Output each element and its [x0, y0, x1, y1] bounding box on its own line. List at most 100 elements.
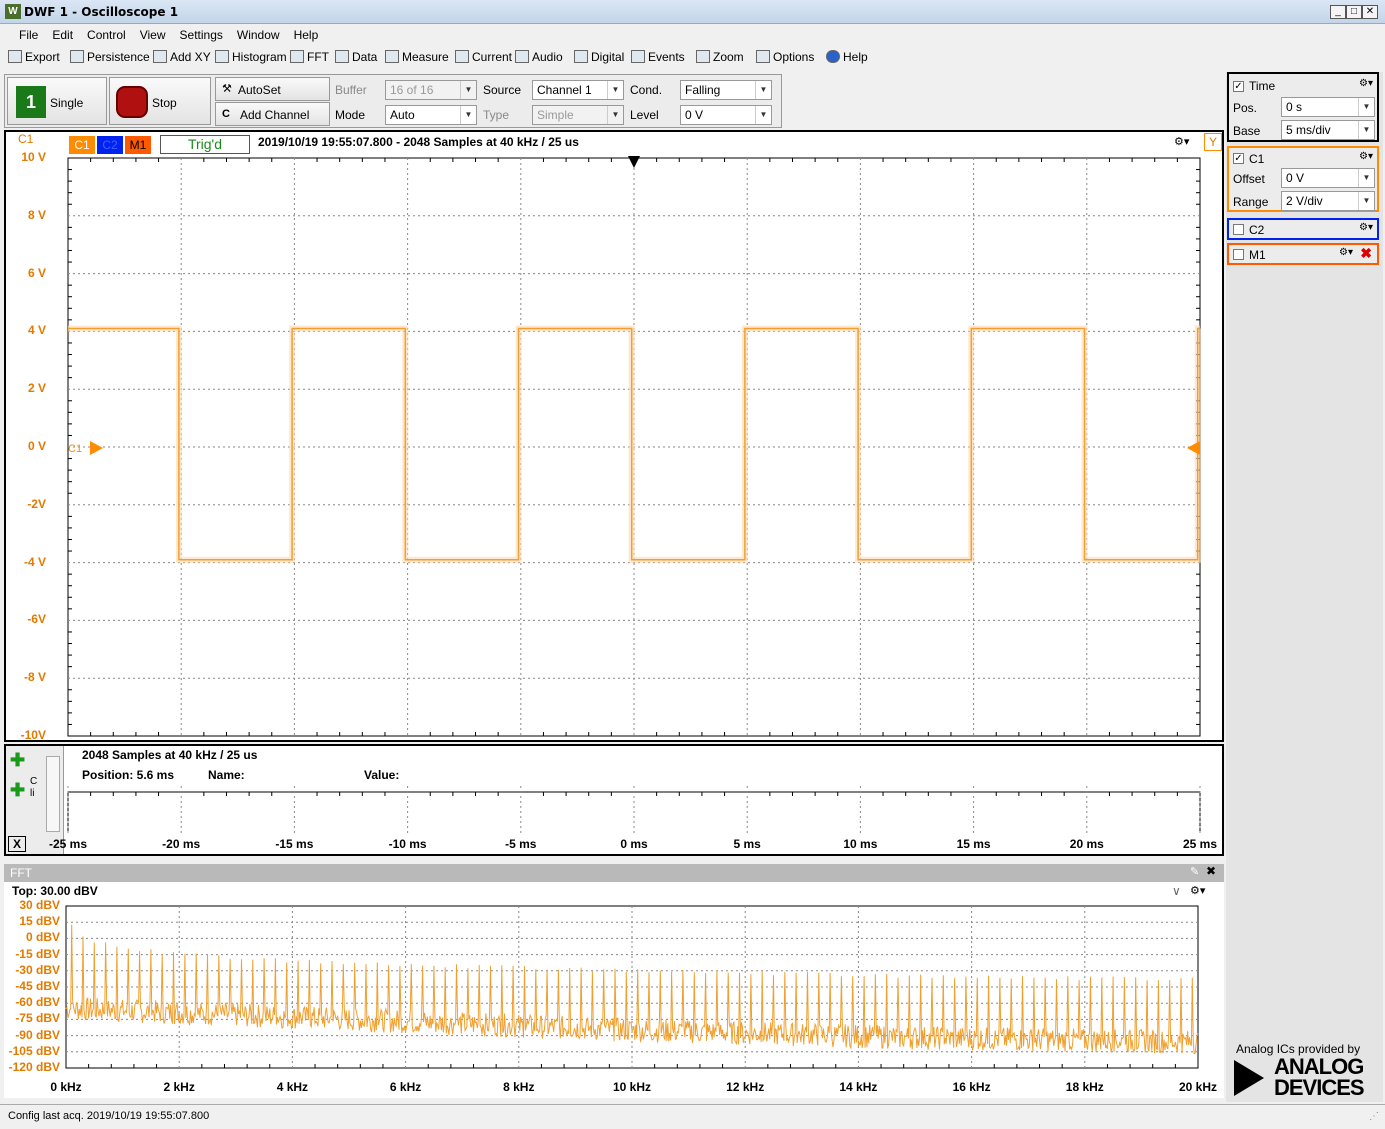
buffer-select[interactable]: 16 of 16 ▼ — [385, 80, 477, 100]
help-button[interactable]: Help — [826, 50, 868, 68]
measure-button[interactable]: Measure — [385, 50, 449, 68]
pin-icon[interactable]: ✎ — [1190, 865, 1199, 878]
fft-title-bar: FFT ✎ ✖ — [4, 864, 1224, 882]
fft-panel[interactable]: Top: 30.00 dBV ∨ ⚙▾ 30 dBV 15 dBV 0 dBV -15… — [4, 882, 1224, 1098]
offset-label: Offset — [1233, 172, 1265, 186]
stop-icon — [116, 86, 148, 118]
single-label: Single — [50, 96, 84, 110]
analog-devices-logo-icon — [1234, 1060, 1264, 1096]
c2-title: C2 — [1249, 223, 1265, 237]
events-button[interactable]: Events — [631, 50, 685, 68]
level-input[interactable]: 0 V ▼ — [680, 105, 772, 125]
menu-bar: File Edit Control View Settings Window Help — [0, 25, 1385, 45]
add-xy-button[interactable]: Add XY — [153, 50, 211, 68]
trigger-level-marker[interactable] — [1187, 441, 1200, 455]
c1-offset-marker[interactable] — [90, 441, 103, 455]
x-tick-label: -15 ms — [275, 837, 314, 851]
fft-x-tick-label: 8 kHz — [503, 1080, 535, 1094]
c1-range-input[interactable]: 2 V/div ▼ — [1281, 191, 1375, 211]
help-icon — [826, 50, 840, 63]
stop-button[interactable]: Stop — [109, 77, 211, 125]
menu-help[interactable]: Help — [287, 25, 326, 42]
settings-menu-icon[interactable]: ⚙▾ — [1359, 78, 1373, 89]
base-label: Base — [1233, 124, 1261, 138]
condition-select[interactable]: Falling ▼ — [680, 80, 772, 100]
x-tick-label: -25 ms — [48, 837, 88, 851]
fft-button[interactable]: FFT — [290, 50, 329, 68]
type-select[interactable]: Simple ▼ — [532, 105, 624, 125]
menu-settings[interactable]: Settings — [173, 25, 230, 42]
c1-persistence-trace — [68, 325, 1201, 563]
single-run-icon: 1 — [16, 86, 46, 118]
histogram-button[interactable]: Histogram — [215, 50, 287, 68]
chevron-down-icon: ▼ — [607, 106, 623, 124]
time-title: Time — [1249, 79, 1276, 93]
window-title: DWF 1 - Oscilloscope 1 — [24, 5, 179, 19]
audio-button[interactable]: Audio — [515, 50, 563, 68]
fft-x-tick-label: 2 kHz — [163, 1080, 195, 1094]
time-checkbox[interactable]: ✓ — [1233, 81, 1244, 92]
wand-icon: ⚒ — [222, 83, 232, 95]
digital-icon — [574, 50, 588, 63]
close-measure-button[interactable]: X — [8, 836, 26, 852]
add-channel-button[interactable]: C Add Channel — [215, 102, 330, 126]
menu-control[interactable]: Control — [80, 25, 133, 42]
time-base-input[interactable]: 5 ms/div ▼ — [1281, 120, 1375, 140]
c1-offset-input[interactable]: 0 V ▼ — [1281, 168, 1375, 188]
digital-button[interactable]: Digital — [574, 50, 624, 68]
menu-view[interactable]: View — [133, 25, 173, 42]
fft-x-tick-label: 18 kHz — [1065, 1080, 1104, 1094]
fft-title: FFT — [10, 866, 32, 880]
events-icon — [631, 50, 645, 63]
chevron-down-icon: ▼ — [1358, 169, 1374, 187]
persistence-icon — [70, 50, 84, 63]
menu-edit[interactable]: Edit — [45, 25, 80, 42]
x-tick-label: -5 ms — [505, 837, 537, 851]
menu-file[interactable]: File — [12, 25, 45, 42]
m1-settings: M1 ⚙▾ ✖ — [1227, 243, 1379, 265]
range-label: Range — [1233, 195, 1269, 209]
menu-window[interactable]: Window — [230, 25, 287, 42]
status-text: Config last acq. 2019/10/19 19:55:07.800 — [8, 1110, 210, 1122]
mode-select[interactable]: Auto ▼ — [385, 105, 477, 125]
data-button[interactable]: Data — [335, 50, 377, 68]
x-tick-label: 0 ms — [620, 837, 648, 851]
app-logo-icon: W — [5, 4, 21, 19]
x-tick-label: -10 ms — [388, 837, 427, 851]
settings-menu-icon[interactable]: ⚙▾ — [1359, 151, 1373, 162]
single-button[interactable]: 1 Single — [7, 77, 107, 125]
minimize-button[interactable]: _ — [1330, 5, 1346, 19]
resize-grip-icon: ⋰ — [1369, 1111, 1379, 1122]
x-tick-label: -20 ms — [162, 837, 201, 851]
zoom-button[interactable]: Zoom — [696, 50, 744, 68]
options-button[interactable]: Options — [756, 50, 814, 68]
settings-menu-icon[interactable]: ⚙▾ — [1339, 247, 1353, 258]
buffer-label: Buffer — [335, 83, 367, 97]
delete-icon[interactable]: ✖ — [1360, 245, 1372, 262]
source-select[interactable]: Channel 1 ▼ — [532, 80, 624, 100]
source-label: Source — [483, 83, 522, 97]
chevron-down-icon: ▼ — [755, 81, 771, 99]
autoset-button[interactable]: ⚒ AutoSet — [215, 77, 330, 101]
close-icon[interactable]: ✖ — [1206, 864, 1216, 878]
persistence-button[interactable]: Persistence — [70, 50, 150, 68]
oscilloscope-plot[interactable]: C1 C1 C2 M1 Trig'd 2019/10/19 19:55:07.8… — [4, 130, 1224, 742]
m1-checkbox[interactable] — [1233, 249, 1244, 260]
chevron-down-icon: ▼ — [460, 106, 476, 124]
x-tick-label: 25 ms — [1182, 837, 1218, 851]
current-button[interactable]: Current — [455, 50, 512, 68]
data-icon — [335, 50, 349, 63]
trigger-position-marker[interactable] — [628, 156, 640, 168]
c1-checkbox[interactable]: ✓ — [1233, 153, 1244, 164]
maximize-button[interactable]: □ — [1346, 5, 1362, 19]
close-window-button[interactable]: ✕ — [1362, 5, 1378, 19]
time-position-input[interactable]: 0 s ▼ — [1281, 97, 1375, 117]
c1-marker-label: C1 — [68, 443, 82, 455]
chevron-down-icon: ▼ — [607, 81, 623, 99]
export-button[interactable]: Export — [8, 50, 60, 68]
fft-x-tick-label: 12 kHz — [726, 1080, 765, 1094]
c2-checkbox[interactable] — [1233, 224, 1244, 235]
measurement-panel: ✚ ✚ C li 2048 Samples at 40 kHz / 25 us … — [4, 744, 1224, 856]
settings-menu-icon[interactable]: ⚙▾ — [1359, 222, 1373, 233]
x-tick-label: 20 ms — [1069, 837, 1104, 851]
